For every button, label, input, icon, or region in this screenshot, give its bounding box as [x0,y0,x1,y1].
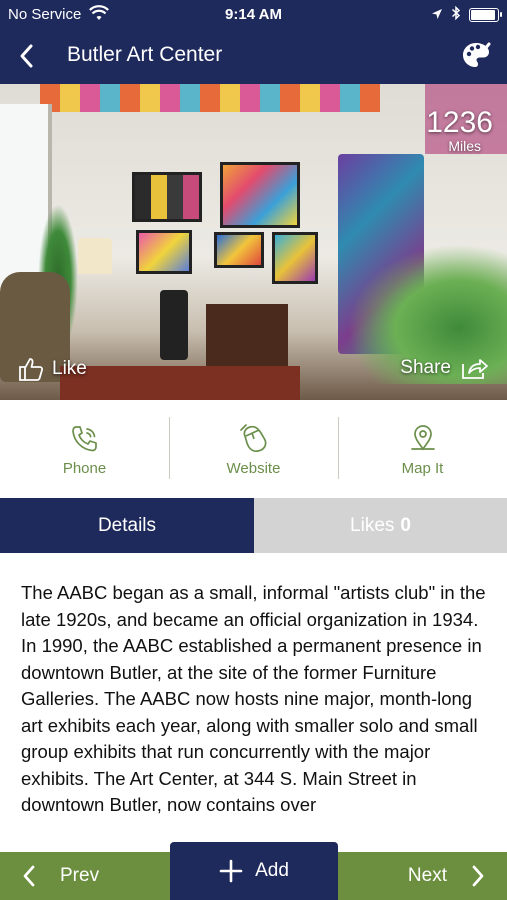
share-label: Share [400,357,451,378]
website-button[interactable]: Website [169,400,338,498]
chevron-left-icon [23,865,35,887]
bluetooth-icon [451,5,461,25]
back-button[interactable] [12,40,40,72]
battery-icon [469,8,502,22]
website-label: Website [226,459,281,477]
palette-button[interactable] [461,40,491,70]
chevron-right-icon [472,865,484,887]
prev-label: Prev [60,865,100,886]
plus-icon [219,859,243,883]
location-arrow-icon [431,7,443,24]
tab-likes[interactable]: Likes 0 [254,498,507,553]
distance-unit: Miles [448,138,481,154]
tab-bar: Details Likes 0 [0,498,507,553]
likes-count: 0 [400,514,411,536]
chevron-left-icon [20,44,33,68]
map-pin-icon [410,424,435,450]
share-icon [462,359,488,379]
next-button[interactable]: Next [408,852,485,900]
map-it-button[interactable]: Map It [338,400,507,498]
nav-bar: Butler Art Center [0,28,507,84]
thumbs-up-icon [19,358,44,381]
add-label: Add [255,860,289,881]
add-button[interactable]: Add [170,842,338,900]
phone-icon [71,425,97,451]
like-label: Like [52,358,87,379]
next-label: Next [407,865,447,886]
action-row: Phone Website Map It [0,400,507,498]
map-it-label: Map It [401,459,444,477]
like-button[interactable]: Like [18,356,87,382]
venue-photo: 1236 Miles Like Share [0,84,507,400]
venue-description: The AABC began as a small, informal "art… [21,582,486,815]
mouse-icon [239,423,266,452]
status-bar: No Service 9:14 AM [0,0,507,28]
distance-value: 1236 [426,106,493,139]
tab-likes-label: Likes [350,514,395,536]
tab-details[interactable]: Details [0,498,254,553]
tab-details-label: Details [97,514,157,536]
phone-label: Phone [62,459,107,477]
palette-icon [463,42,491,67]
share-button[interactable]: Share [400,356,489,380]
phone-button[interactable]: Phone [0,400,169,498]
page-title: Butler Art Center [67,43,223,66]
prev-button[interactable]: Prev [22,852,99,900]
